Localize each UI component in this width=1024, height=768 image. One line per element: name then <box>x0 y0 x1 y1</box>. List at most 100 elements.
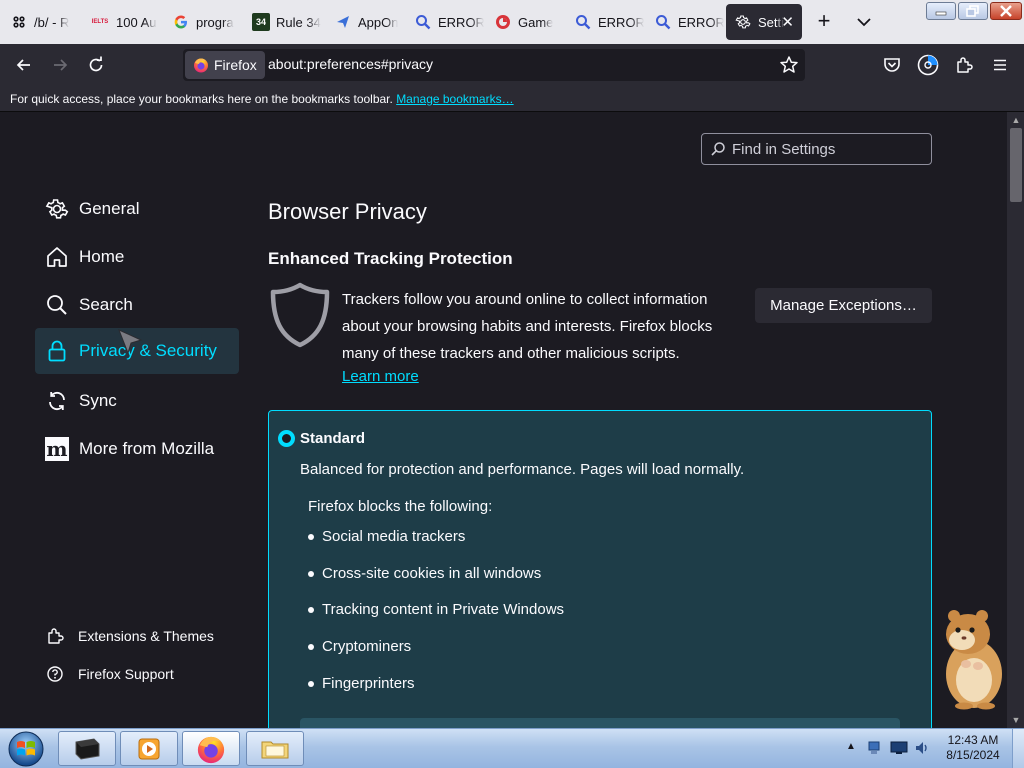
help-icon <box>45 664 65 684</box>
firefox-support-link[interactable]: Firefox Support <box>45 664 174 684</box>
scroll-up-icon[interactable]: ▲ <box>1011 115 1021 125</box>
tab-7[interactable]: ERROR <box>566 4 644 40</box>
start-button[interactable] <box>4 730 48 768</box>
tab-label: ERROR <box>598 14 644 30</box>
mouse-cursor-icon <box>118 329 143 355</box>
arrow-left-icon <box>16 59 30 71</box>
identity-box[interactable]: Firefox <box>185 51 265 79</box>
clock-time: 12:43 AM <box>947 733 999 747</box>
show-desktop-button[interactable] <box>1012 729 1024 768</box>
taskbar-app-media-player[interactable] <box>120 731 178 766</box>
chevron-down-icon <box>857 18 871 27</box>
pocket-icon <box>884 58 900 72</box>
search-icon <box>45 293 69 317</box>
tab-label: /b/ - R <box>34 14 70 30</box>
minimize-icon <box>935 11 947 16</box>
scrollbar[interactable]: ▲ ▼ <box>1007 112 1024 728</box>
window-close-button[interactable] <box>990 2 1022 20</box>
volume-icon[interactable] <box>914 740 930 756</box>
find-in-settings[interactable] <box>701 133 932 165</box>
learn-more-link[interactable]: Learn more <box>342 368 419 385</box>
account-button[interactable] <box>914 51 942 79</box>
tab-2[interactable]: progra <box>164 4 242 40</box>
folder-icon <box>261 741 289 758</box>
forward-button[interactable] <box>46 51 74 79</box>
tab-label: progra <box>196 14 234 30</box>
tab-4[interactable]: AppOn <box>326 4 404 40</box>
pocket-button[interactable] <box>878 51 906 79</box>
tab-0[interactable]: /b/ - R <box>2 4 78 40</box>
tab-label: ERROR <box>678 14 724 30</box>
category-general[interactable]: General <box>35 186 239 232</box>
tab-settings[interactable]: Setti ✕ <box>726 4 802 40</box>
category-label: Home <box>79 247 125 266</box>
url-bar[interactable]: Firefox about:preferences#privacy <box>183 49 805 81</box>
clock-date: 8/15/2024 <box>946 748 1000 762</box>
standard-protection-card[interactable]: Standard Balanced for protection and per… <box>268 410 932 728</box>
manage-bookmarks-link[interactable]: Manage bookmarks… <box>396 92 513 106</box>
minimize-button[interactable] <box>926 2 956 20</box>
gear-icon <box>734 13 752 31</box>
search-input[interactable] <box>732 140 922 158</box>
extensions-button[interactable] <box>950 51 978 79</box>
standard-description: Balanced for protection and performance.… <box>300 461 745 478</box>
rule34-icon: 34 <box>252 13 270 31</box>
hamster-image <box>946 610 1002 710</box>
tab-8[interactable]: ERROR <box>646 4 724 40</box>
standard-radio[interactable] <box>278 430 295 447</box>
manage-exceptions-button[interactable]: Manage Exceptions… <box>755 288 932 323</box>
shield-icon <box>270 282 330 348</box>
scroll-thumb[interactable] <box>1010 128 1022 202</box>
taskbar-app-firefox[interactable] <box>182 731 240 766</box>
sync-icon <box>45 389 69 413</box>
blocked-items-list: Social media trackers Cross-site cookies… <box>308 528 564 711</box>
category-home[interactable]: Home <box>35 234 239 280</box>
reload-button[interactable] <box>82 51 110 79</box>
etp-heading: Enhanced Tracking Protection <box>268 249 513 268</box>
gear-icon <box>45 197 69 221</box>
network-icon[interactable] <box>866 740 882 756</box>
category-search[interactable]: Search <box>35 282 239 328</box>
app-menu-button[interactable] <box>986 51 1014 79</box>
puzzle-icon <box>957 57 973 73</box>
search-icon <box>574 13 592 31</box>
tab-label: 100 Au <box>116 14 157 30</box>
extensions-themes-link[interactable]: Extensions & Themes <box>45 626 214 646</box>
restore-button[interactable] <box>958 2 988 20</box>
tab-label: AppOn <box>358 14 399 30</box>
taskbar-app-terminal[interactable] <box>58 731 116 766</box>
close-tab-icon[interactable]: ✕ <box>781 13 794 31</box>
taskbar-app-explorer[interactable] <box>246 731 304 766</box>
tab-1[interactable]: IELTS 100 Au <box>82 4 160 40</box>
identity-label: Firefox <box>214 57 257 73</box>
back-button[interactable] <box>10 51 38 79</box>
category-sync[interactable]: Sync <box>35 378 239 424</box>
etp-description: Trackers follow you around online to col… <box>342 291 713 362</box>
category-label: Sync <box>79 391 117 410</box>
media-player-icon <box>138 738 160 759</box>
monitor-icon[interactable] <box>890 741 908 755</box>
bookmark-star-icon[interactable] <box>779 55 799 75</box>
bookmarks-message: For quick access, place your bookmarks h… <box>10 92 397 106</box>
scroll-down-icon[interactable]: ▼ <box>1011 715 1021 725</box>
tab-3[interactable]: 34 Rule 34 <box>244 4 322 40</box>
taskbar-clock[interactable]: 12:43 AM 8/15/2024 <box>940 733 1006 763</box>
tab-label: Game <box>518 14 554 30</box>
list-all-tabs-button[interactable] <box>852 12 876 32</box>
game-icon <box>494 13 512 31</box>
show-hidden-icons-icon[interactable]: ▲ <box>846 741 856 752</box>
tab-5[interactable]: ERROR <box>406 4 484 40</box>
search-icon <box>711 142 725 156</box>
footer-link-label: Firefox Support <box>78 666 174 682</box>
new-tab-button[interactable]: + <box>812 10 836 34</box>
windows-taskbar: ▲ 12:43 AM 8/15/2024 <box>0 728 1024 768</box>
search-icon <box>414 13 432 31</box>
home-icon <box>45 245 69 269</box>
list-item: Cryptominers <box>308 638 564 675</box>
url-text[interactable]: about:preferences#privacy <box>268 56 433 72</box>
ielts-icon: IELTS <box>91 19 109 25</box>
tab-6[interactable]: Game <box>486 4 564 40</box>
category-more-from-mozilla[interactable]: m More from Mozilla <box>35 426 239 472</box>
arrow-right-icon <box>54 59 68 71</box>
restore-icon <box>966 5 979 17</box>
